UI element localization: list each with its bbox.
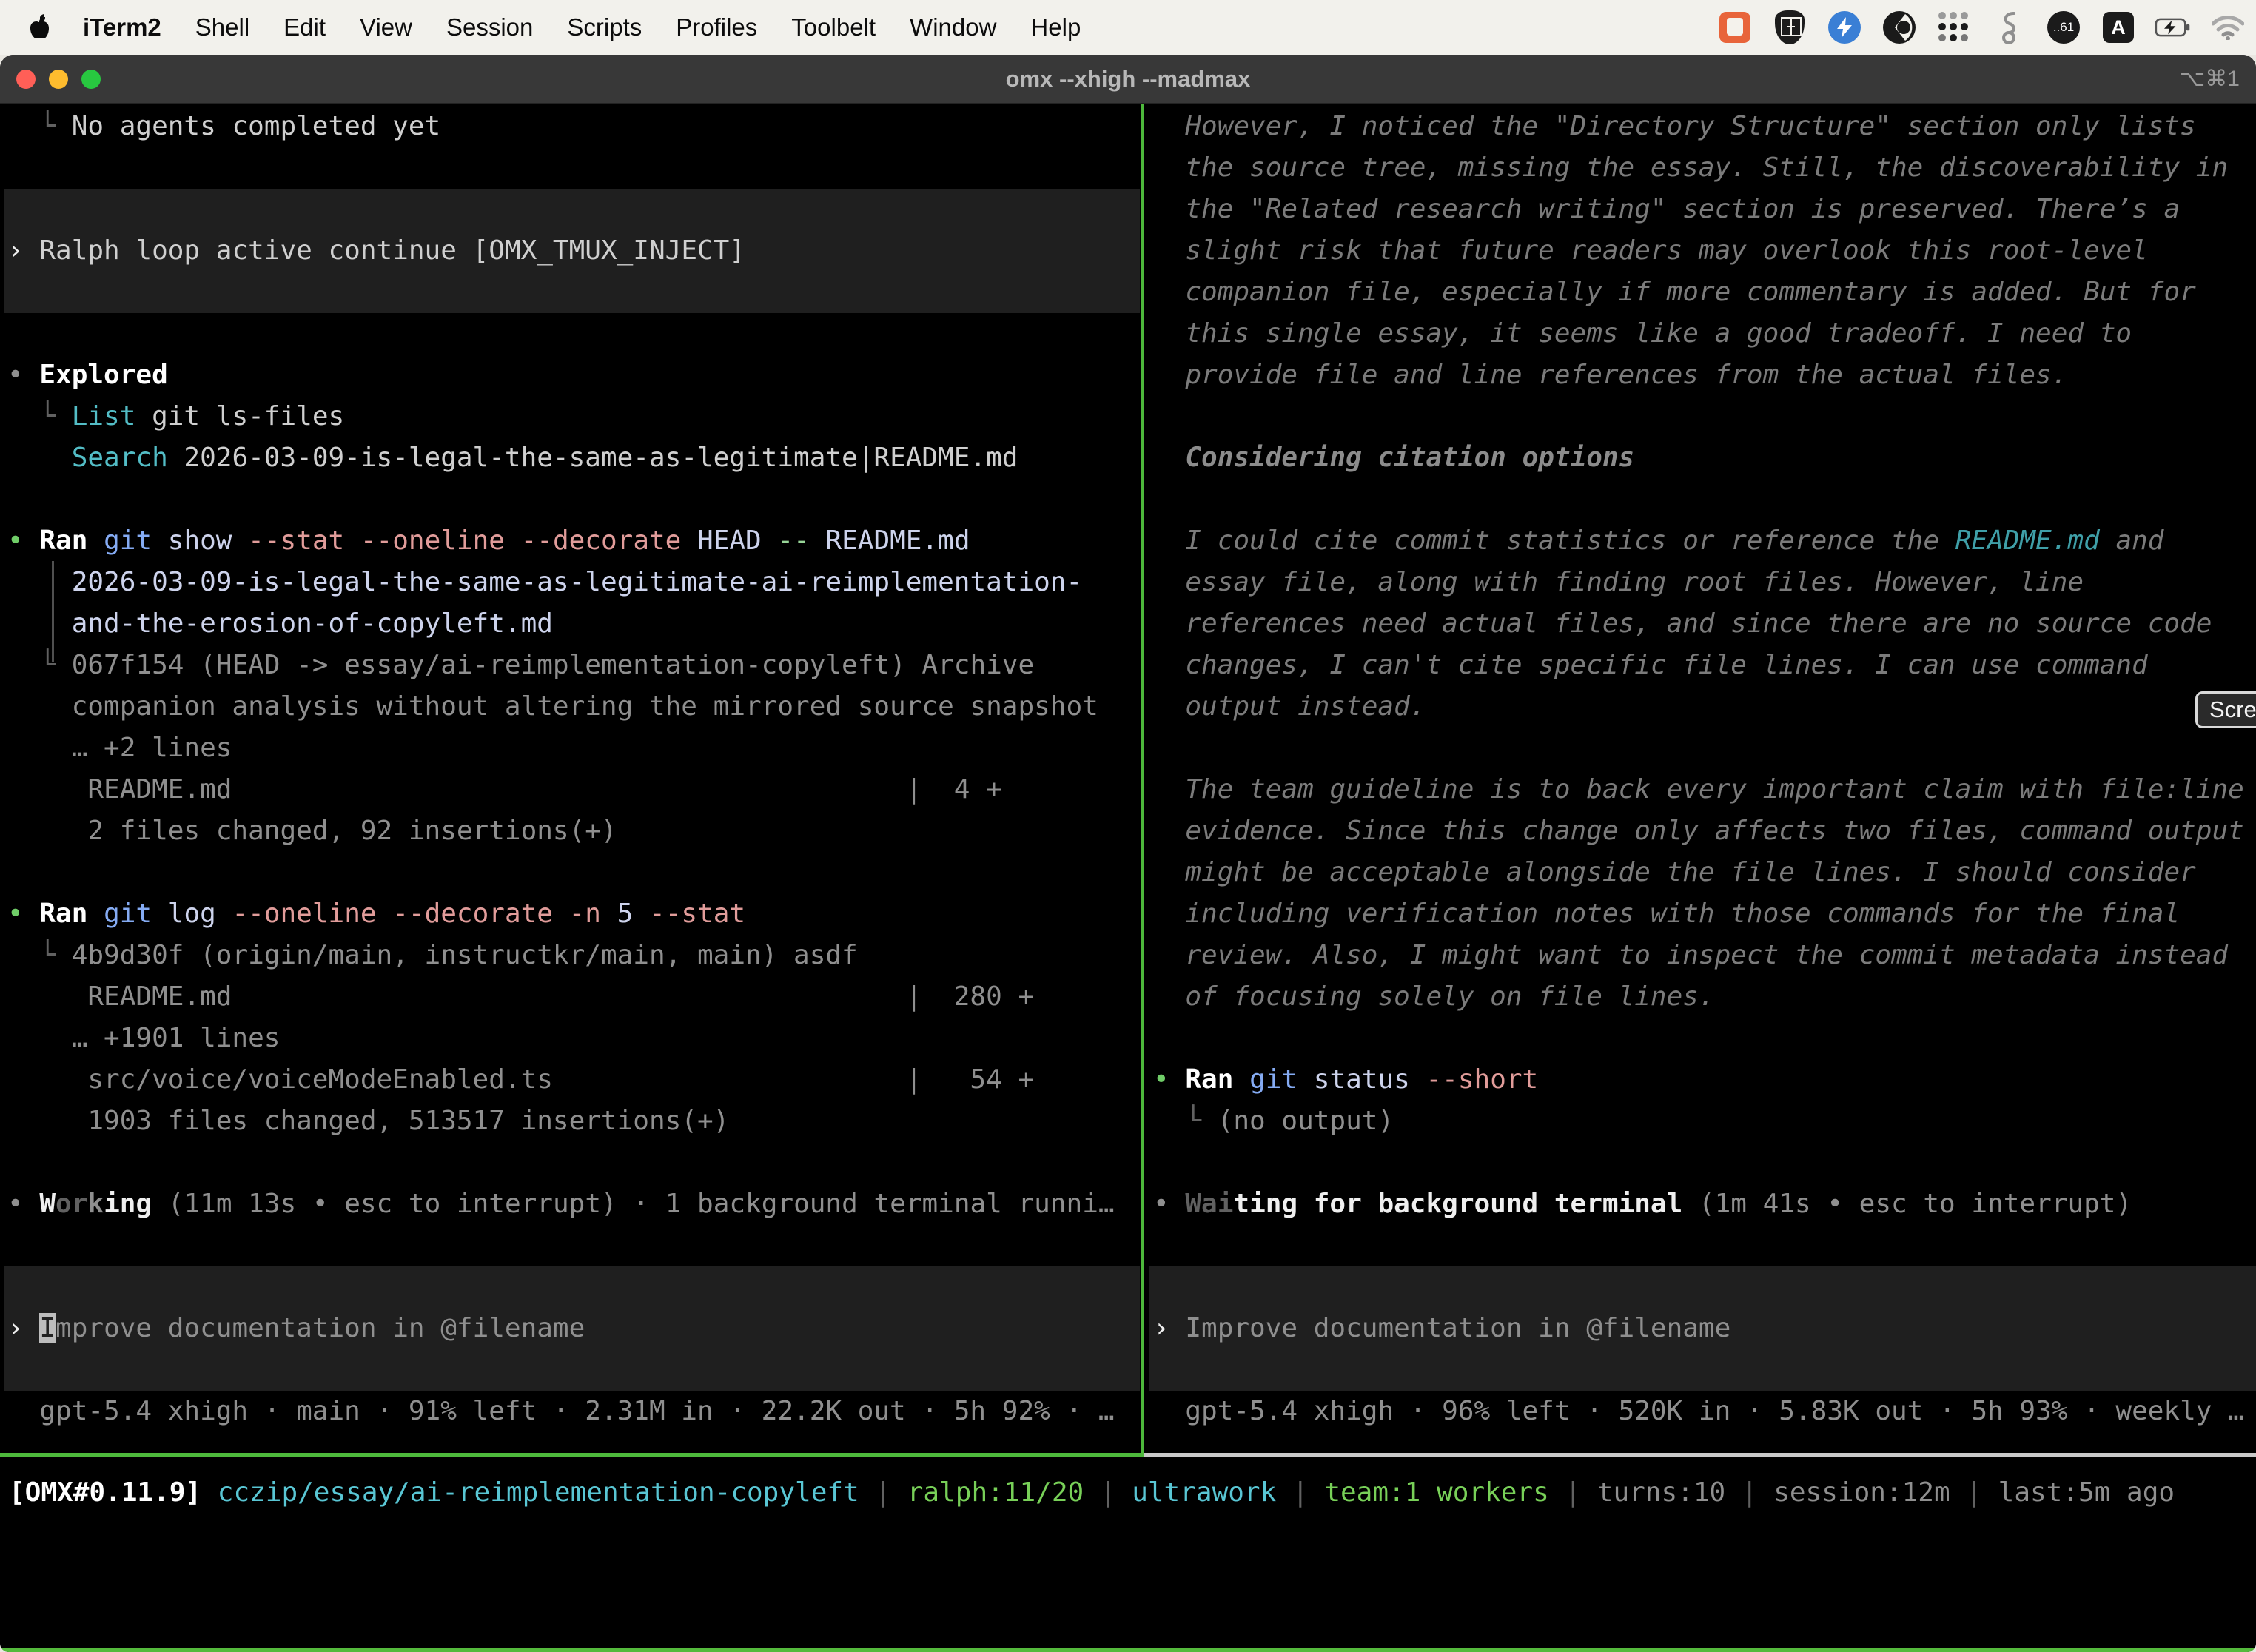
apple-menu[interactable] [28, 14, 50, 41]
prompt-line[interactable]: › Improve documentation in @filename [7, 1308, 585, 1349]
battery-61-badge-icon[interactable]: ..61 [2046, 10, 2081, 45]
terminal-line: evidence. Since this change only affects… [1153, 810, 2244, 852]
terminal-line: • Ran git show --stat --oneline --decora… [7, 520, 970, 562]
terminal-line: changes, I can't cite specific file line… [1153, 645, 2148, 686]
screen-indicator-overlay[interactable]: Scre [2195, 691, 2256, 728]
menu-status-icons: ..61 A [1717, 10, 2246, 45]
iterm-window: omx --xhigh --madmax ⌥⌘1 └ No agents com… [0, 55, 2256, 1652]
squiggle-icon[interactable] [1991, 10, 2027, 45]
omx-status-segment: | [1725, 1477, 1773, 1508]
omx-status-segment: ralph:11/20 [907, 1477, 1084, 1508]
terminal-line: src/voice/voiceModeEnabled.ts | 54 + [7, 1059, 1034, 1101]
terminal-line: Search 2026-03-09-is-legal-the-same-as-l… [7, 437, 1018, 479]
terminal-line: └ 4b9d30f (origin/main, instructkr/main,… [7, 935, 858, 976]
terminal-line: including verification notes with those … [1153, 893, 2180, 935]
omx-status-segment: session:12m [1773, 1477, 1950, 1508]
terminal-area: └ No agents completed yet › Ralph loop ac… [0, 104, 2256, 1648]
terminal-line: references need actual files, and since … [1153, 603, 2212, 645]
terminal-line: slight risk that future readers may over… [1153, 230, 2148, 272]
input-source-a-icon[interactable]: A [2101, 10, 2136, 45]
blue-badge-icon[interactable] [1827, 10, 1862, 45]
window-title: omx --xhigh --madmax [0, 55, 2256, 104]
terminal-line: essay file, along with finding root file… [1153, 562, 2084, 603]
menu-item-scripts[interactable]: Scripts [567, 13, 642, 41]
prompt-line[interactable]: › Improve documentation in @filename [1153, 1308, 1730, 1349]
menu-item-shell[interactable]: Shell [195, 13, 249, 41]
omx-status-segment: | [859, 1477, 907, 1508]
terminal-line: of focusing solely on file lines. [1153, 976, 1715, 1018]
menu-item-edit[interactable]: Edit [283, 13, 326, 41]
terminal-line: … +2 lines [7, 728, 232, 769]
terminal-line: and-the-erosion-of-copyleft.md [7, 603, 553, 645]
terminal-line: this single essay, it seems like a good … [1153, 313, 2132, 355]
terminal-line: Considering citation options [1153, 437, 1634, 479]
shield-icon[interactable] [1772, 10, 1807, 45]
terminal-line: • Working (11m 13s • esc to interrupt) ·… [7, 1183, 1115, 1225]
dark-disc-icon[interactable] [1881, 10, 1917, 45]
omx-status-segment: team:1 workers [1324, 1477, 1548, 1508]
terminal-line: companion analysis without altering the … [7, 686, 1098, 728]
terminal-line: └ No agents completed yet [7, 106, 440, 147]
terminal-line: … +1901 lines [7, 1018, 280, 1059]
omx-status-segment: | [1549, 1477, 1597, 1508]
menu-item-view[interactable]: View [360, 13, 412, 41]
omx-status-bar: [OMX#0.11.9] cczip/essay/ai-reimplementa… [9, 1472, 2175, 1514]
terminal-line: provide file and line references from th… [1153, 355, 2067, 396]
terminal-line: might be acceptable alongside the file l… [1153, 852, 2196, 893]
menu-item-session[interactable]: Session [446, 13, 533, 41]
menu-item-profiles[interactable]: Profiles [676, 13, 757, 41]
menu-bar: iTerm2 Shell Edit View Session Scripts Profile… [0, 0, 2256, 55]
title-bar: omx --xhigh --madmax ⌥⌘1 [0, 55, 2256, 104]
omx-status-segment: | [1084, 1477, 1132, 1508]
menu-items: iTerm2 Shell Edit View Session Scripts Profile… [83, 13, 1081, 41]
pane-divider[interactable] [1141, 104, 1144, 1456]
omx-status-segment: cczip/essay/ai-reimplementation-copyleft [218, 1477, 859, 1508]
tmux-session-label[interactable]: [omx-cczip0:bash* [6, 1648, 278, 1652]
terminal-line: However, I noticed the "Directory Struct… [1153, 106, 2196, 147]
window-shortcut: ⌥⌘1 [2180, 55, 2240, 104]
omx-status-segment: ultrawork [1132, 1477, 1276, 1508]
menu-item-window[interactable]: Window [910, 13, 996, 41]
terminal-line: README.md | 280 + [7, 976, 1034, 1018]
menu-item-help[interactable]: Help [1030, 13, 1081, 41]
menu-item-toolbelt[interactable]: Toolbelt [791, 13, 876, 41]
terminal-line: review. Also, I might want to inspect th… [1153, 935, 2228, 976]
menu-item-iterm2[interactable]: iTerm2 [83, 13, 161, 41]
terminal-line: 1903 files changed, 513517 insertions(+) [7, 1101, 729, 1142]
omx-status-segment: | [1276, 1477, 1324, 1508]
terminal-line: └ (no output) [1153, 1101, 1394, 1142]
terminal-line: README.md | 4 + [7, 769, 1002, 810]
pane-bottom-divider-inactive [1144, 1453, 2256, 1457]
terminal-line: gpt-5.4 xhigh · main · 91% left · 2.31M … [7, 1391, 1115, 1432]
terminal-line: 2 files changed, 92 insertions(+) [7, 810, 617, 852]
terminal-line: the "Related research writing" section i… [1153, 189, 2180, 230]
terminal-line: › Ralph loop active continue [OMX_TMUX_I… [7, 230, 745, 272]
wifi-icon[interactable] [2210, 10, 2246, 45]
chat-bubble-icon[interactable] [1717, 10, 1753, 45]
pane-bottom-divider-active [0, 1453, 1144, 1457]
tmux-host-clock: "MacBook-Pro-44.local" 04:52 31-Mar-26 [1640, 1648, 2250, 1652]
omx-status-segment: last:5m ago [1998, 1477, 2175, 1508]
terminal-line: the source tree, missing the essay. Stil… [1153, 147, 2228, 189]
omx-status-segment: turns:10 [1597, 1477, 1725, 1508]
terminal-line: • Ran git status --short [1153, 1059, 1538, 1101]
battery-icon[interactable] [2155, 10, 2191, 45]
terminal-line: companion file, especially if more comme… [1153, 272, 2196, 313]
terminal-line: 2026-03-09-is-legal-the-same-as-legitima… [7, 562, 1082, 603]
apple-logo-icon [28, 14, 50, 41]
terminal-line: • Explored [7, 355, 168, 396]
omx-status-segment: | [1950, 1477, 1998, 1508]
tmux-status-bar: [omx-cczip0:bash* "MacBook-Pro-44.local"… [0, 1648, 2256, 1652]
terminal-line: The team guideline is to back every impo… [1153, 769, 2244, 810]
terminal-line: output instead. [1153, 686, 1426, 728]
terminal-line: • Ran git log --oneline --decorate -n 5 … [7, 893, 745, 935]
terminal-line: └ 067f154 (HEAD -> essay/ai-reimplementa… [7, 645, 1034, 686]
terminal-line: └ List git ls-files [7, 396, 344, 437]
terminal-line: • Waiting for background terminal (1m 41… [1153, 1183, 2132, 1225]
omx-status-segment: [OMX#0.11.9] [9, 1477, 218, 1508]
terminal-line: I could cite commit statistics or refere… [1153, 520, 2163, 562]
dots-grid-icon[interactable] [1936, 10, 1972, 45]
terminal-line: gpt-5.4 xhigh · 96% left · 520K in · 5.8… [1153, 1391, 2244, 1432]
